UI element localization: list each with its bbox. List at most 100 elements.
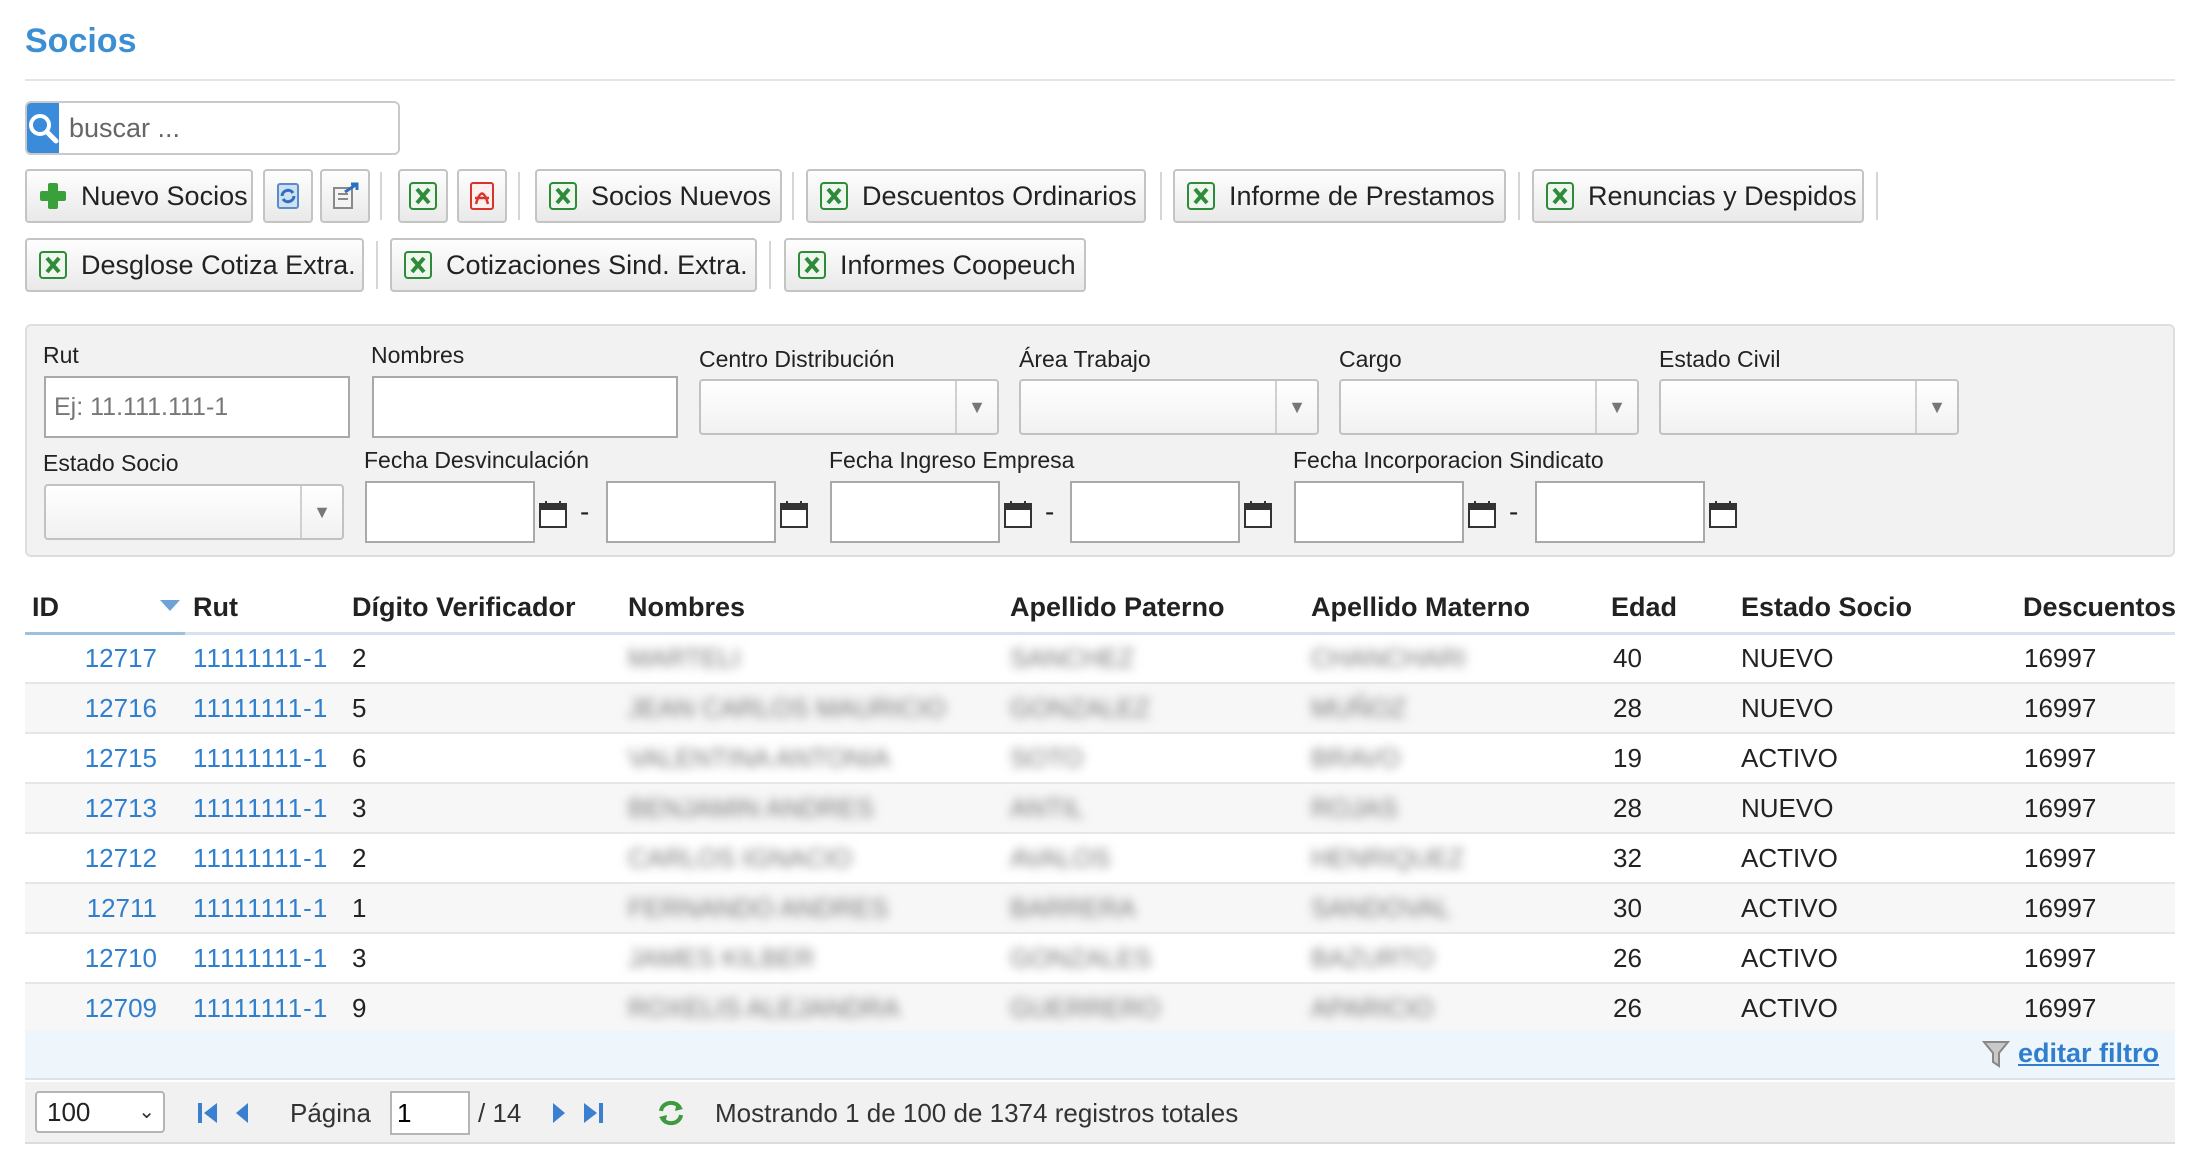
fecha-desvinculacion-from[interactable] [365, 481, 535, 543]
row-edad: 32 [1613, 843, 1642, 873]
table-row[interactable]: 12715 11111111-1 6 VALENTINA ANTONIA SOTO BRA… [25, 734, 2175, 784]
column-header-estado-socio[interactable]: Estado Socio [1741, 592, 1912, 623]
row-id-link[interactable]: 12711 [25, 884, 177, 932]
calendar-icon[interactable] [537, 498, 569, 530]
descuentos-ordinarios-button[interactable]: Descuentos Ordinarios [806, 169, 1146, 223]
fecha-ingreso-label: Fecha Ingreso Empresa [829, 447, 1075, 473]
search-box [25, 101, 400, 155]
reload-icon[interactable] [655, 1097, 687, 1129]
informes-coopeuch-label: Informes Coopeuch [840, 249, 1076, 280]
row-id-link[interactable]: 12710 [25, 934, 177, 982]
row-rut-link[interactable]: 11111111-1 [193, 784, 328, 832]
estado-socio-select[interactable]: ▼ [44, 484, 344, 540]
row-rut-link[interactable]: 11111111-1 [193, 734, 328, 782]
informe-prestamos-label: Informe de Prestamos [1229, 180, 1495, 211]
excel-export-button[interactable] [398, 169, 448, 223]
table-row[interactable]: 12709 11111111-1 9 ROXELIS ALEJANDRA GUERRER… [25, 984, 2175, 1034]
row-apellido-paterno: GONZALES [1010, 943, 1152, 973]
informes-coopeuch-button[interactable]: Informes Coopeuch [784, 238, 1086, 292]
calendar-icon[interactable] [1242, 498, 1274, 530]
calendar-icon[interactable] [778, 498, 810, 530]
table-row[interactable]: 12716 11111111-1 5 JEAN CARLOS MAURICIO GONZ… [25, 684, 2175, 734]
cotizaciones-sind-button[interactable]: Cotizaciones Sind. Extra. [390, 238, 757, 292]
renuncias-despidos-button[interactable]: Renuncias y Despidos [1532, 169, 1864, 223]
table-row[interactable]: 12711 11111111-1 1 FERNANDO ANDRES BARRERA SA… [25, 884, 2175, 934]
row-id-link[interactable]: 12717 [25, 634, 177, 682]
column-header-nombres[interactable]: Nombres [628, 592, 745, 623]
row-rut-link[interactable]: 11111111-1 [193, 884, 328, 932]
fecha-ingreso-from[interactable] [830, 481, 1000, 543]
centro-distribucion-select[interactable]: ▼ [699, 379, 999, 435]
nombres-input[interactable] [372, 376, 678, 438]
page-size-value: 100 [47, 1097, 91, 1127]
fecha-ingreso-to[interactable] [1070, 481, 1240, 543]
row-estado-socio: ACTIVO [1741, 993, 1838, 1023]
table-row[interactable]: 12710 11111111-1 3 JAMES KILBER GONZALES BAZU… [25, 934, 2175, 984]
prev-page-icon[interactable] [230, 1100, 256, 1126]
table-row[interactable]: 12712 11111111-1 2 CARLOS IGNACIO AVALOS HENR… [25, 834, 2175, 884]
row-id-link[interactable]: 12715 [25, 734, 177, 782]
desglose-cotiza-button[interactable]: Desglose Cotiza Extra. [25, 238, 364, 292]
row-rut-link[interactable]: 11111111-1 [193, 984, 328, 1032]
estado-civil-select[interactable]: ▼ [1659, 379, 1959, 435]
excel-icon [1187, 182, 1215, 210]
fecha-incorporacion-label: Fecha Incorporacion Sindicato [1293, 447, 1604, 473]
next-page-icon[interactable] [545, 1100, 571, 1126]
row-estado-socio: ACTIVO [1741, 743, 1838, 773]
calendar-icon[interactable] [1466, 498, 1498, 530]
toolbar-separator [1876, 172, 1878, 220]
column-header-digito[interactable]: Dígito Verificador [352, 592, 576, 623]
search-button[interactable] [27, 103, 59, 153]
last-page-icon[interactable] [580, 1100, 606, 1126]
row-rut-link[interactable]: 11111111-1 [193, 834, 328, 882]
row-descuentos: 16997 [2024, 943, 2097, 973]
fecha-incorporacion-to[interactable] [1535, 481, 1705, 543]
row-apellido-paterno: ANTIL [1010, 793, 1084, 823]
range-separator: - [580, 496, 590, 527]
column-header-apellido-paterno[interactable]: Apellido Paterno [1010, 592, 1225, 623]
row-id-link[interactable]: 12713 [25, 784, 177, 832]
toolbar-separator [1518, 172, 1520, 220]
first-page-icon[interactable] [195, 1100, 221, 1126]
row-id-link[interactable]: 12712 [25, 834, 177, 882]
table-row[interactable]: 12717 11111111-1 2 MARTELI SANCHEZ CHANCHARI 4… [25, 634, 2175, 684]
column-header-edad[interactable]: Edad [1611, 592, 1677, 623]
table-row[interactable]: 12713 11111111-1 3 BENJAMIN ANDRES ANTIL ROJA… [25, 784, 2175, 834]
socios-nuevos-button[interactable]: Socios Nuevos [535, 169, 782, 223]
calendar-icon[interactable] [1707, 498, 1739, 530]
fecha-incorporacion-from[interactable] [1294, 481, 1464, 543]
new-socio-button[interactable]: Nuevo Socios [25, 169, 253, 223]
cargo-select[interactable]: ▼ [1339, 379, 1639, 435]
page-number-input[interactable] [390, 1091, 470, 1135]
row-estado-socio: NUEVO [1741, 643, 1834, 673]
refresh-button[interactable] [263, 169, 313, 223]
edit-filter-link[interactable]: editar filtro [1981, 1038, 2159, 1069]
column-header-rut[interactable]: Rut [193, 592, 238, 623]
calendar-icon[interactable] [1002, 498, 1034, 530]
row-id-link[interactable]: 12716 [25, 684, 177, 732]
desglose-cotiza-label: Desglose Cotiza Extra. [81, 249, 356, 280]
page-size-select[interactable]: 100 ⌄ [35, 1091, 165, 1133]
row-descuentos: 16997 [2024, 993, 2097, 1023]
export-button[interactable] [320, 169, 370, 223]
row-apellido-materno: CHANCHARI [1311, 643, 1466, 673]
row-rut-link[interactable]: 11111111-1 [193, 634, 328, 682]
toolbar-separator [792, 172, 794, 220]
toolbar-separator [376, 241, 378, 289]
row-nombres: JEAN CARLOS MAURICIO [628, 693, 946, 723]
informe-prestamos-button[interactable]: Informe de Prestamos [1173, 169, 1506, 223]
search-input[interactable] [59, 103, 398, 153]
pdf-export-button[interactable] [457, 169, 507, 223]
excel-icon [549, 182, 577, 210]
rut-input[interactable] [44, 376, 350, 438]
row-rut-link[interactable]: 11111111-1 [193, 684, 328, 732]
row-id-link[interactable]: 12709 [25, 984, 177, 1032]
sort-desc-icon[interactable] [160, 600, 180, 611]
row-rut-link[interactable]: 11111111-1 [193, 934, 328, 982]
pdf-icon [470, 182, 494, 210]
fecha-desvinculacion-to[interactable] [606, 481, 776, 543]
column-header-id[interactable]: ID [32, 592, 59, 623]
area-trabajo-select[interactable]: ▼ [1019, 379, 1319, 435]
column-header-apellido-materno[interactable]: Apellido Materno [1311, 592, 1530, 623]
column-header-descuentos[interactable]: Descuentos [2023, 592, 2176, 623]
